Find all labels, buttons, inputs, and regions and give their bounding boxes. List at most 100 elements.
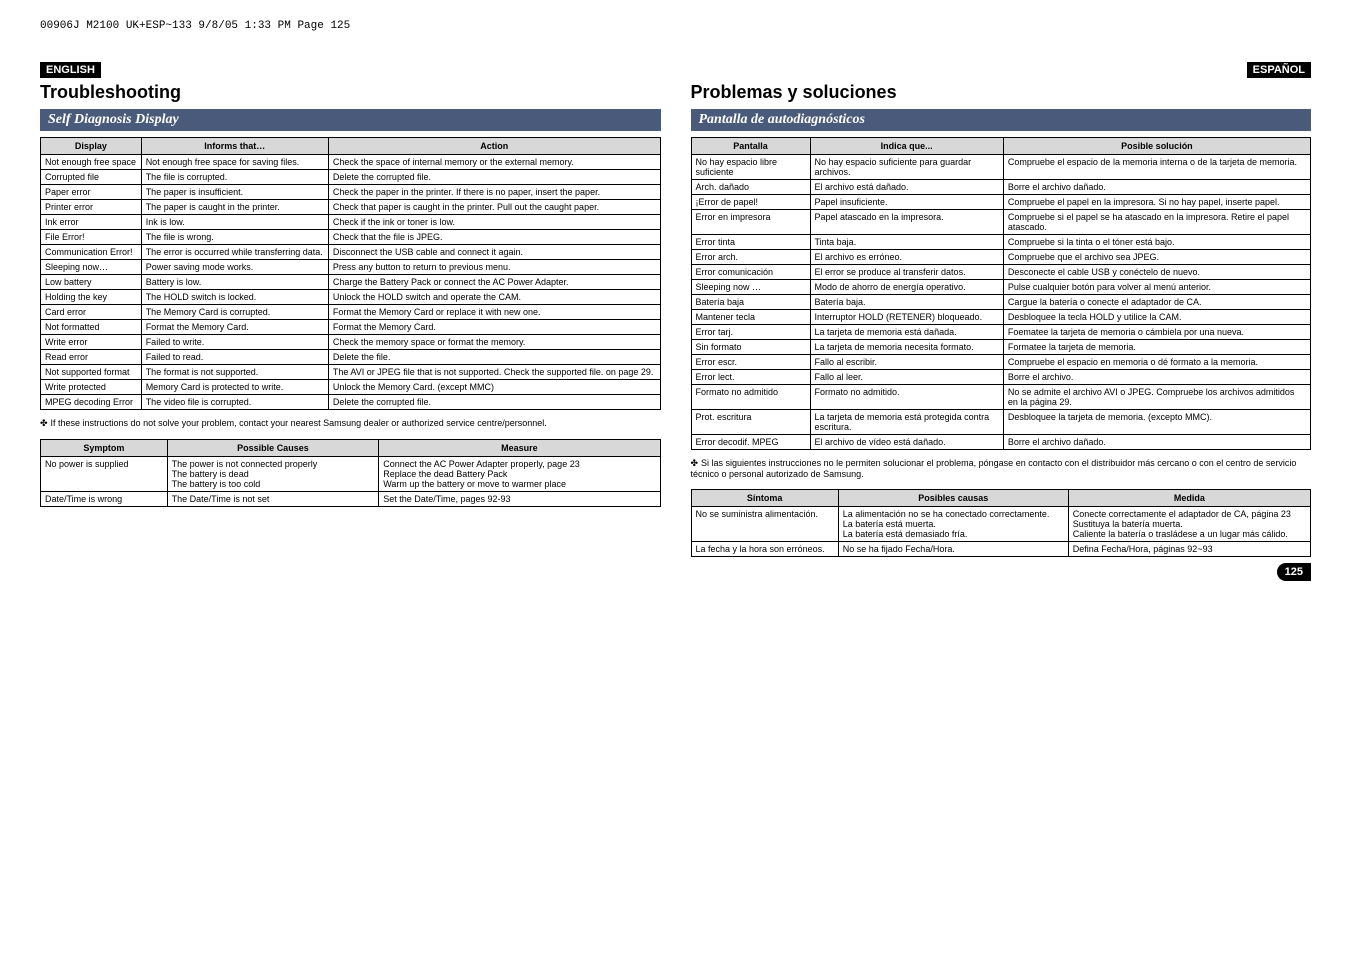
table-row: Read errorFailed to read.Delete the file… — [41, 350, 661, 365]
table-cell: The HOLD switch is locked. — [141, 290, 328, 305]
table-row: Prot. escrituraLa tarjeta de memoria est… — [691, 410, 1311, 435]
lang-tag-en: ENGLISH — [40, 62, 101, 78]
table-row: Date/Time is wrongThe Date/Time is not s… — [41, 492, 661, 507]
table-cell: The AVI or JPEG file that is not support… — [328, 365, 660, 380]
table-cell: Fallo al escribir. — [810, 355, 1003, 370]
table-cell: Foematee la tarjeta de memoria o cámbiel… — [1003, 325, 1310, 340]
table-cell: The error is occurred while transferring… — [141, 245, 328, 260]
table-cell: The Memory Card is corrupted. — [141, 305, 328, 320]
table-cell: Sleeping now … — [691, 280, 810, 295]
table-cell: ¡Error de papel! — [691, 195, 810, 210]
table-cell: Arch. dañado — [691, 180, 810, 195]
th: Posibles causas — [838, 490, 1068, 507]
table-cell: Error tinta — [691, 235, 810, 250]
table-cell: La tarjeta de memoria está protegida con… — [810, 410, 1003, 435]
table-cell: Not supported format — [41, 365, 142, 380]
table-cell: No hay espacio suficiente para guardar a… — [810, 155, 1003, 180]
table-row: Error lect.Fallo al leer.Borre el archiv… — [691, 370, 1311, 385]
table-cell: Cargue la batería o conecte el adaptador… — [1003, 295, 1310, 310]
table-row: Not formattedFormat the Memory Card.Form… — [41, 320, 661, 335]
table-cell: Charge the Battery Pack or connect the A… — [328, 275, 660, 290]
table-row: Error comunicaciónEl error se produce al… — [691, 265, 1311, 280]
table-cell: El error se produce al transferir datos. — [810, 265, 1003, 280]
table-cell: Fallo al leer. — [810, 370, 1003, 385]
table-cell: Delete the corrupted file. — [328, 170, 660, 185]
table-cell: El archivo de vídeo está dañado. — [810, 435, 1003, 450]
table-row: Error en impresoraPapel atascado en la i… — [691, 210, 1311, 235]
table-cell: The Date/Time is not set — [167, 492, 379, 507]
th: Posible solución — [1003, 138, 1310, 155]
table-row: Not supported formatThe format is not su… — [41, 365, 661, 380]
table-cell: Batería baja. — [810, 295, 1003, 310]
table-row: Printer errorThe paper is caught in the … — [41, 200, 661, 215]
title-en: Troubleshooting — [40, 82, 661, 103]
table-cell: La tarjeta de memoria está dañada. — [810, 325, 1003, 340]
table-row: Error arch.El archivo es erróneo.Comprue… — [691, 250, 1311, 265]
table-cell: Ink error — [41, 215, 142, 230]
table-cell: The power is not connected properlyThe b… — [167, 457, 379, 492]
table-cell: Formatee la tarjeta de memoria. — [1003, 340, 1310, 355]
table-cell: Prot. escritura — [691, 410, 810, 435]
table-cell: Not formatted — [41, 320, 142, 335]
table-cell: Batería baja — [691, 295, 810, 310]
table-cell: Formato no admitido — [691, 385, 810, 410]
table-cell: Set the Date/Time, pages 92-93 — [379, 492, 660, 507]
table-row: Error tarj.La tarjeta de memoria está da… — [691, 325, 1311, 340]
table-row: MPEG decoding ErrorThe video file is cor… — [41, 395, 661, 410]
table-cell: MPEG decoding Error — [41, 395, 142, 410]
table-cell: Compruebe el espacio de la memoria inter… — [1003, 155, 1310, 180]
table-cell: Check if the ink or toner is low. — [328, 215, 660, 230]
table-cell: Memory Card is protected to write. — [141, 380, 328, 395]
table-cell: Defina Fecha/Hora, páginas 92~93 — [1068, 542, 1310, 557]
table-row: File Error!The file is wrong.Check that … — [41, 230, 661, 245]
table-cell: Unlock the HOLD switch and operate the C… — [328, 290, 660, 305]
table-cell: No se suministra alimentación. — [691, 507, 838, 542]
table-cell: The paper is caught in the printer. — [141, 200, 328, 215]
table-row: ¡Error de papel!Papel insuficiente.Compr… — [691, 195, 1311, 210]
left-column: ENGLISH Troubleshooting Self Diagnosis D… — [40, 62, 661, 581]
th: Symptom — [41, 440, 168, 457]
table-row: Write errorFailed to write.Check the mem… — [41, 335, 661, 350]
table-cell: Disconnect the USB cable and connect it … — [328, 245, 660, 260]
note-es: ✤ Si las siguientes instrucciones no le … — [691, 458, 1312, 479]
table-row: Formato no admitidoFormato no admitido.N… — [691, 385, 1311, 410]
table-cell: Communication Error! — [41, 245, 142, 260]
table-row: Sin formatoLa tarjeta de memoria necesit… — [691, 340, 1311, 355]
table-cell: Check the space of internal memory or th… — [328, 155, 660, 170]
th: Measure — [379, 440, 660, 457]
table-cell: Check the memory space or format the mem… — [328, 335, 660, 350]
table-cell: No se admite el archivo AVI o JPEG. Comp… — [1003, 385, 1310, 410]
table-cell: The paper is insufficient. — [141, 185, 328, 200]
table-cell: The file is wrong. — [141, 230, 328, 245]
table-cell: The file is corrupted. — [141, 170, 328, 185]
table-cell: Conecte correctamente el adaptador de CA… — [1068, 507, 1310, 542]
table-row: No power is suppliedThe power is not con… — [41, 457, 661, 492]
table-cell: Not enough free space — [41, 155, 142, 170]
table-cell: Papel insuficiente. — [810, 195, 1003, 210]
table-cell: Sleeping now… — [41, 260, 142, 275]
table-cell: Read error — [41, 350, 142, 365]
table-cell: Format the Memory Card. — [328, 320, 660, 335]
table-row: Corrupted fileThe file is corrupted.Dele… — [41, 170, 661, 185]
table-cell: Write protected — [41, 380, 142, 395]
table-cell: No hay espacio libre suficiente — [691, 155, 810, 180]
table-cell: Tinta baja. — [810, 235, 1003, 250]
table-cell: Borre el archivo dañado. — [1003, 435, 1310, 450]
table-cell: Check the paper in the printer. If there… — [328, 185, 660, 200]
table-row: Error tintaTinta baja.Compruebe si la ti… — [691, 235, 1311, 250]
table-cell: The format is not supported. — [141, 365, 328, 380]
table-cell: El archivo está dañado. — [810, 180, 1003, 195]
table-cell: Write error — [41, 335, 142, 350]
table-cell: Sin formato — [691, 340, 810, 355]
table-cell: Not enough free space for saving files. — [141, 155, 328, 170]
table-row: Holding the keyThe HOLD switch is locked… — [41, 290, 661, 305]
table-cell: Formato no admitido. — [810, 385, 1003, 410]
table-cell: Desbloquee la tecla HOLD y utilice la CA… — [1003, 310, 1310, 325]
table-cell: Desbloquee la tarjeta de memoria. (excep… — [1003, 410, 1310, 435]
th: Síntoma — [691, 490, 838, 507]
table-cell: La tarjeta de memoria necesita formato. — [810, 340, 1003, 355]
table-cell: Failed to read. — [141, 350, 328, 365]
table-cell: Paper error — [41, 185, 142, 200]
table-cell: Error lect. — [691, 370, 810, 385]
table-row: No hay espacio libre suficienteNo hay es… — [691, 155, 1311, 180]
